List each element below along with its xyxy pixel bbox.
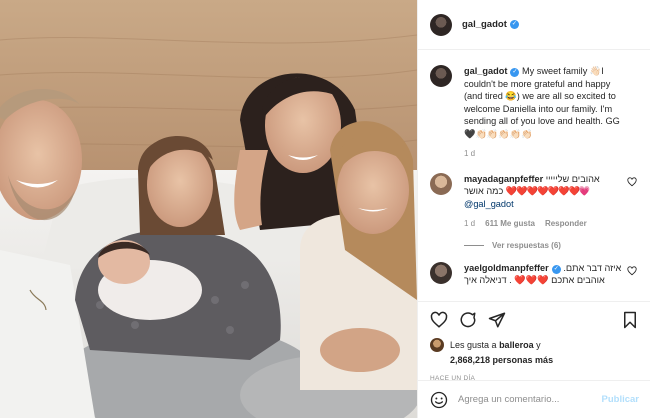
- verified-badge-icon: ✓: [509, 20, 519, 29]
- like-comment-heart-icon[interactable]: [627, 176, 637, 187]
- comment: yaelgoldmanpfeffer ✓ איזה דבר אתם. אוהבים…: [430, 261, 639, 287]
- caption-time[interactable]: 1 d: [464, 148, 629, 161]
- caption-avatar[interactable]: [430, 65, 452, 87]
- likes-suffix: y: [536, 340, 541, 350]
- caption-username[interactable]: gal_gadot: [464, 66, 507, 76]
- add-comment-bar: Agrega un comentario... Publicar: [418, 380, 650, 418]
- comment-text-line1: אהובים שלייייי: [545, 173, 600, 184]
- post-actions: Les gusta a balleroa y 2,868,218 persona…: [418, 301, 650, 382]
- replies-divider: [464, 244, 484, 246]
- comments-list: gal_gadot ✓ My sweet family 👋🏻I couldn't …: [418, 51, 650, 301]
- likes-prefix: Les gusta a: [450, 340, 497, 350]
- view-replies-label: Ver respuestas (6): [492, 240, 561, 250]
- post-header: gal_gadot ✓: [418, 0, 650, 50]
- verified-badge-icon: ✓: [551, 264, 561, 274]
- comment-time[interactable]: 1 d: [464, 219, 475, 228]
- emoji-smile-icon[interactable]: [430, 391, 448, 409]
- comment-hearts: ❤️❤️❤️❤️❤️❤️❤️💗: [505, 186, 591, 196]
- comment-mention[interactable]: @gal_gadot: [464, 199, 514, 209]
- commenter-avatar[interactable]: [430, 261, 452, 284]
- comment-input[interactable]: Agrega un comentario...: [458, 394, 602, 405]
- like-comment-heart-icon[interactable]: [627, 265, 637, 276]
- bookmark-icon[interactable]: [621, 311, 639, 329]
- author-avatar[interactable]: [430, 13, 452, 36]
- verified-badge-icon: ✓: [510, 68, 520, 77]
- comment-username[interactable]: yaelgoldmanpfeffer: [464, 263, 549, 273]
- commenter-avatar[interactable]: [430, 172, 452, 195]
- comment-bubble-icon[interactable]: [459, 311, 477, 329]
- post-sidebar: gal_gadot ✓ gal_gadot ✓ My sweet family 👋…: [417, 0, 650, 418]
- publish-button[interactable]: Publicar: [602, 394, 640, 405]
- like-heart-icon[interactable]: [430, 311, 448, 329]
- comment: mayadaganpfeffer אהובים שלייייי כמה אושר…: [430, 172, 639, 231]
- comment-username[interactable]: mayadaganpfeffer: [464, 174, 543, 184]
- likes-summary: Les gusta a balleroa y: [430, 338, 639, 352]
- caption-text: My sweet family 👋🏻I couldn't be more gra…: [464, 66, 620, 139]
- family-photo-illustration: [0, 0, 417, 418]
- comment-text-line2: כמה אושר: [464, 186, 504, 196]
- comment-likes[interactable]: 611 Me gusta: [485, 219, 535, 228]
- liker-avatar[interactable]: [430, 338, 444, 352]
- likes-count[interactable]: 2,868,218 personas más: [450, 355, 553, 365]
- liker-username[interactable]: balleroa: [499, 340, 534, 350]
- reply-button[interactable]: Responder: [545, 219, 587, 228]
- caption: gal_gadot ✓ My sweet family 👋🏻I couldn't …: [430, 65, 639, 161]
- view-replies-button[interactable]: Ver respuestas (6): [464, 241, 639, 250]
- instagram-post-modal: gal_gadot ✓ gal_gadot ✓ My sweet family 👋…: [0, 0, 650, 418]
- author-username[interactable]: gal_gadot: [462, 19, 507, 30]
- post-photo[interactable]: [0, 0, 417, 418]
- share-send-icon[interactable]: [488, 311, 506, 329]
